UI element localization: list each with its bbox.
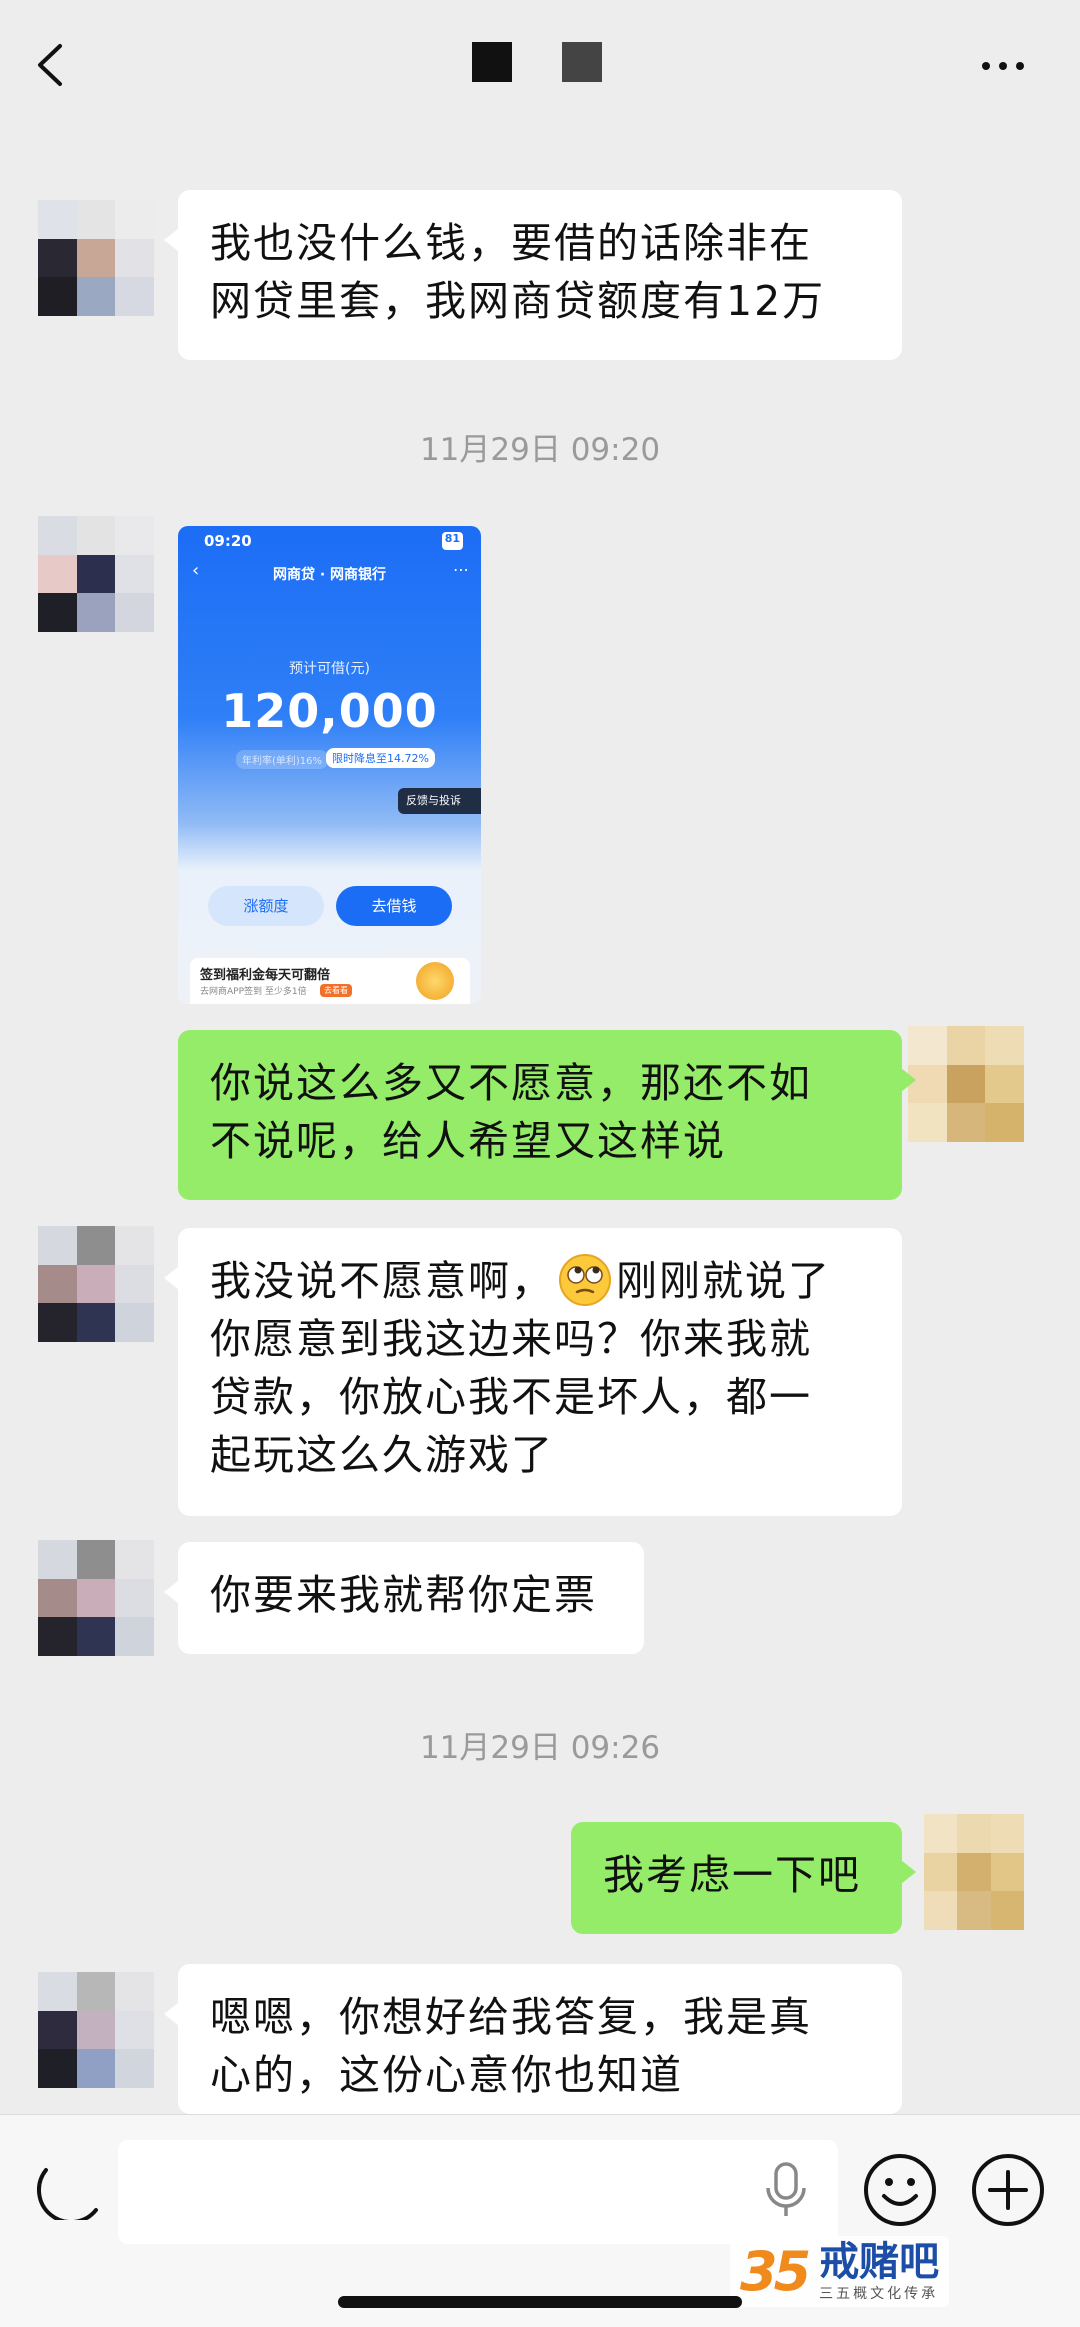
avatar-self[interactable] (924, 1814, 1024, 1930)
home-indicator (338, 2296, 742, 2308)
discount-chip: 限时降息至14.72% (326, 748, 435, 768)
promo-tag: 去看看 (320, 984, 352, 997)
chevron-left-icon[interactable] (34, 42, 64, 88)
amount-value: 120,000 (221, 684, 438, 738)
avatar-contact[interactable] (38, 1972, 154, 2088)
promo-banner: 签到福利金每天可翻倍 去网商APP签到 至少多1倍 去看看 (190, 958, 470, 1004)
rolling-eyes-emoji-icon (559, 1254, 611, 1306)
watermark-logo: 35 (740, 2240, 811, 2303)
avatar-self[interactable] (908, 1026, 1024, 1142)
rate-chip: 年利率(单利)16% (236, 750, 329, 769)
message-bubble-sent[interactable]: 我考虑一下吧 (571, 1822, 916, 1934)
message-text-line: 网贷里套，我网商贷额度有12万 (210, 277, 826, 325)
message-input[interactable] (118, 2140, 838, 2244)
watermark: 35 戒赌吧 三五概文化传承 (730, 2236, 950, 2307)
plus-icon[interactable] (970, 2152, 1046, 2228)
smile-icon[interactable] (862, 2152, 938, 2228)
message-bubble-received[interactable]: 我没说不愿意啊， 刚刚就说了 你愿意到我这边来吗？你来我就 贷款，你放心我不是坏人… (164, 1228, 902, 1516)
battery-badge: 81 (441, 532, 463, 550)
message-bubble-sent[interactable]: 你说这么多又不愿意，那还不如 不说呢，给人希望又这样说 (178, 1030, 916, 1200)
avatar-contact[interactable] (38, 200, 154, 316)
timestamp: 11月29日 09:26 (419, 1730, 661, 1766)
watermark-sub: 三五概文化传承 (819, 2285, 939, 2302)
message-text: 刚刚就说了 (616, 1257, 831, 1305)
message-text-line: 你说这么多又不愿意，那还不如 (210, 1059, 812, 1107)
avatar-contact[interactable] (38, 516, 154, 632)
message-bubble-received[interactable]: 嗯嗯，你想好给我答复，我是真 心的，这份心意你也知道 (164, 1964, 902, 2114)
promo-title: 签到福利金每天可翻倍 (200, 968, 331, 983)
voice-icon[interactable] (36, 2150, 106, 2220)
amount-label: 预计可借(元) (289, 661, 370, 677)
feedback-tab: 反馈与投诉 (398, 788, 481, 814)
promo-subtitle: 去网商APP签到 至少多1倍 (200, 987, 307, 997)
status-time: 09:20 (204, 532, 252, 550)
borrow-button: 去借钱 (336, 886, 452, 926)
watermark-name: 戒赌吧 (819, 2238, 940, 2285)
avatar-contact[interactable] (38, 1540, 154, 1656)
message-text-line: 我也没什么钱，要借的话除非在 (210, 219, 812, 267)
message-bubble-received[interactable]: 我也没什么钱，要借的话除非在 网贷里套，我网商贷额度有12万 (164, 190, 902, 360)
message-text-line: 你要来我就帮你定票 (210, 1571, 597, 1619)
status-bar: 09:20 81 (204, 532, 463, 550)
app-title: 网商贷 · 网商银行 (272, 567, 387, 583)
coin-icon (416, 962, 454, 1000)
message-text-line: 我没说不愿意啊， 刚刚就说了 (210, 1252, 870, 1310)
message-text-line: 贷款，你放心我不是坏人，都一 (210, 1373, 812, 1421)
redaction-block (562, 42, 602, 82)
redaction-block (472, 42, 512, 82)
message-text: 我没说不愿意啊， (210, 1257, 554, 1305)
avatar-contact[interactable] (38, 1226, 154, 1342)
timestamp: 11月29日 09:20 (419, 432, 661, 468)
shared-screenshot-image[interactable]: 09:20 81 ‹ 网商贷 · 网商银行 ⋯ 预计可借(元) 120,000 … (178, 526, 481, 1004)
more-dots-icon[interactable] (982, 62, 1024, 70)
increase-limit-button: 涨额度 (208, 886, 324, 926)
message-text-line: 心的，这份心意你也知道 (210, 2051, 683, 2099)
message-bubble-received[interactable]: 你要来我就帮你定票 (164, 1542, 644, 1654)
chat-title-redacted (472, 42, 602, 82)
mic-icon[interactable] (762, 2160, 810, 2220)
message-text-line: 不说呢，给人希望又这样说 (210, 1117, 726, 1165)
more-dots-icon: ⋯ (453, 560, 469, 579)
message-text-line: 你愿意到我这边来吗？你来我就 (210, 1315, 812, 1363)
message-text-line: 起玩这么久游戏了 (210, 1431, 554, 1479)
message-text-line: 嗯嗯，你想好给我答复，我是真 (210, 1993, 812, 2041)
message-text-line: 我考虑一下吧 (603, 1851, 861, 1899)
